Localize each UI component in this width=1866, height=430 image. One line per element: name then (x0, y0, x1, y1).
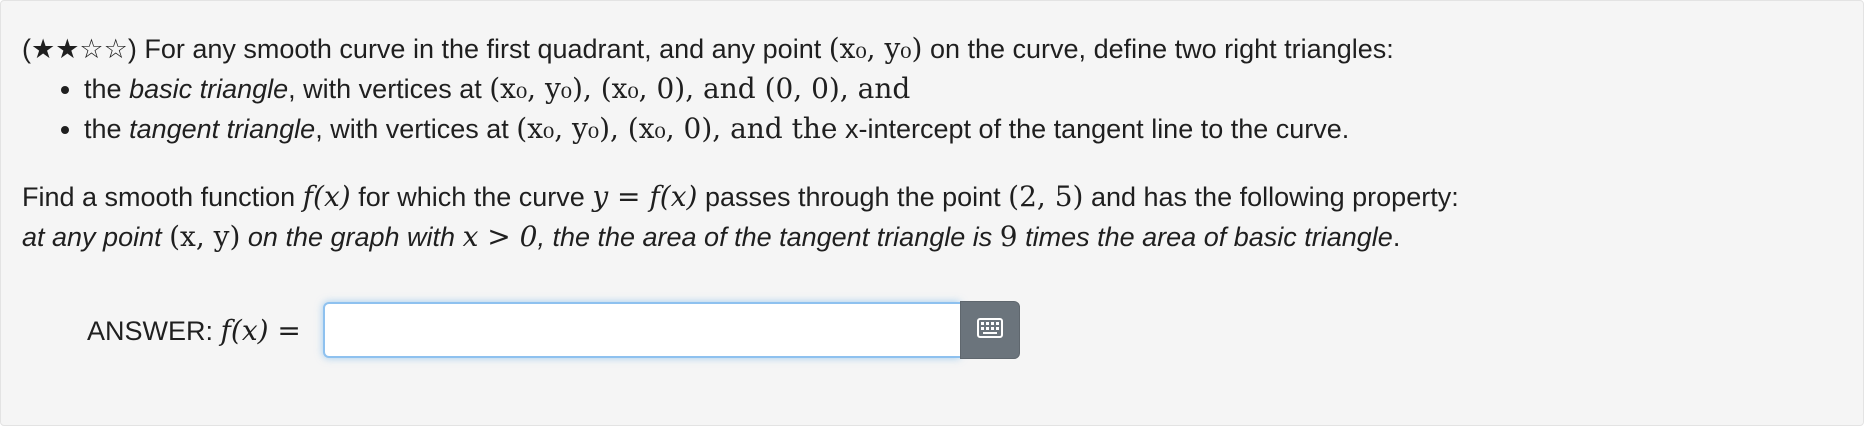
bullet-basic-triangle: the basic triangle, with vertices at (x₀… (84, 69, 1842, 109)
difficulty-stars: ★★☆☆ (31, 34, 128, 64)
problem-content: (★★☆☆) For any smooth curve in the first… (22, 29, 1842, 257)
answer-lhs: f(x) = (220, 313, 301, 347)
intro-line: (★★☆☆) For any smooth curve in the first… (22, 32, 1394, 65)
answer-input[interactable] (322, 302, 960, 358)
tangent-triangle-vertices: (x₀, y₀), (x₀, 0), and the (516, 112, 838, 145)
basic-triangle-vertices: (x₀, y₀), (x₀, 0), and (0, 0), and (489, 72, 911, 105)
math-keyboard-button[interactable] (959, 301, 1020, 359)
tangent-triangle-term: tangent triangle (129, 114, 316, 144)
problem-panel: (★★☆☆) For any smooth curve in the first… (0, 0, 1864, 426)
intro-suffix: on the curve, define two right triangles… (929, 34, 1394, 64)
answer-label: ANSWER: f(x) = (87, 313, 301, 347)
point-x0y0: (x₀, y₀) (828, 32, 923, 65)
intro-prefix: For any smooth curve in the first quadra… (144, 34, 822, 64)
given-point: (2, 5) (1008, 180, 1084, 213)
basic-triangle-term: basic triangle (129, 74, 289, 104)
triangle-definitions: the basic triangle, with vertices at (x₀… (22, 69, 1842, 149)
keyboard-icon (976, 317, 1003, 343)
property-statement: at any point (x, y) on the graph with x … (22, 220, 1401, 253)
task-statement: Find a smooth function f(x) for which th… (22, 180, 1459, 213)
tangent-triangle-tail: x-intercept of the tangent line to the c… (845, 114, 1350, 144)
bullet-tangent-triangle: the tangent triangle, with vertices at (… (84, 109, 1842, 149)
answer-row: ANSWER: f(x) = (87, 301, 1020, 359)
